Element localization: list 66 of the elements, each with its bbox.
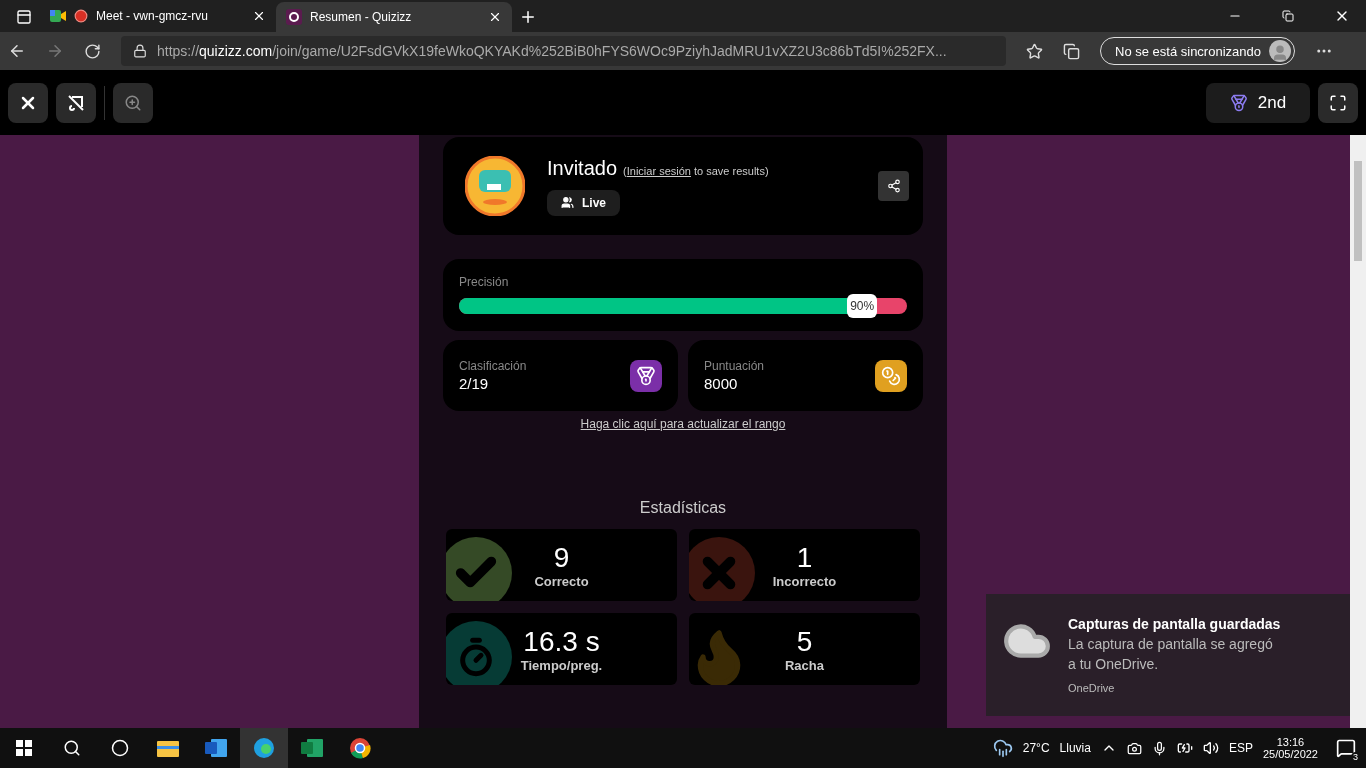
stat-value: 5	[796, 625, 813, 658]
notifications-icon[interactable]: 3	[1336, 738, 1356, 758]
quiz-logo-icon	[286, 9, 302, 25]
medal-icon	[1229, 93, 1248, 112]
restore-icon[interactable]	[1282, 10, 1294, 22]
update-rank-link[interactable]: Haga clic aquí para actualizar el rango	[580, 417, 786, 431]
notification-source: OneDrive	[1068, 682, 1116, 694]
live-badge: Live	[547, 189, 620, 216]
stat-value: 9	[553, 541, 570, 574]
avatar-icon	[465, 156, 525, 216]
clock[interactable]: 13:16 25/05/2022	[1262, 736, 1318, 760]
zoom-button[interactable]	[113, 82, 153, 123]
card-value: 8000	[704, 375, 739, 392]
stat-label: Tiempo/preg.	[520, 657, 603, 673]
stats-title: Estadísticas	[639, 499, 727, 517]
music-off-icon	[66, 92, 86, 113]
card-value: 2/19	[459, 375, 490, 392]
lock-icon	[133, 44, 147, 58]
player-name: Invitado	[547, 156, 618, 180]
notification-body: La captura de pantalla se agregó a tu OneDrive.	[1068, 635, 1274, 674]
edge-icon[interactable]	[240, 728, 288, 768]
recording-icon	[74, 9, 88, 23]
share-button[interactable]	[878, 171, 909, 201]
medal-icon	[630, 359, 662, 392]
login-note: (Iniciar sesión to save results)	[623, 164, 769, 177]
avatar-icon	[1269, 40, 1291, 62]
card-label: Clasificación	[459, 359, 528, 373]
close-button[interactable]	[8, 82, 48, 123]
video-camera-icon	[50, 9, 66, 23]
rank-button[interactable]: 2nd	[1206, 82, 1310, 123]
reload-icon[interactable]	[84, 42, 101, 60]
fullscreen-button[interactable]	[1318, 82, 1358, 123]
volume-icon[interactable]	[1202, 740, 1219, 756]
battery-icon[interactable]	[1176, 740, 1193, 756]
temperature: 27°C	[1022, 741, 1050, 755]
share-icon	[886, 179, 901, 193]
notification-toast[interactable]: Capturas de pantalla guardadas La captura de pantalla se agregó a tu OneDrive. OneDrive	[986, 594, 1350, 716]
coins-icon	[875, 359, 907, 392]
music-off-button[interactable]	[56, 82, 96, 123]
browser-tab[interactable]: Resumen - Quizizz	[276, 2, 512, 32]
scrollbar[interactable]	[1350, 135, 1366, 728]
accuracy-label: Precisión	[459, 275, 510, 289]
weather-icon	[992, 738, 1013, 758]
favorites-icon[interactable]	[1026, 42, 1043, 60]
collections-icon[interactable]	[1063, 42, 1080, 60]
close-icon[interactable]	[252, 9, 266, 23]
forward-icon[interactable]	[46, 42, 64, 60]
language-indicator[interactable]: ESP	[1228, 741, 1253, 755]
stat-label: Correcto	[534, 573, 589, 589]
stat-label: Racha	[785, 657, 824, 673]
fullscreen-icon	[1329, 93, 1347, 112]
stat-value: 1	[796, 541, 813, 574]
stat-value: 16.3 s	[523, 625, 600, 658]
close-icon[interactable]	[488, 10, 502, 24]
address-field[interactable]: https://quizizz.com/join/game/U2FsdGVkX19feWkoQKYAKd%252BiB0hFYS6WOc9PziyhJadMRU1vXZ2U3c86bTd5I%252FX...	[121, 36, 1006, 66]
notification-title: Capturas de pantalla guardadas	[1068, 616, 1282, 632]
camera-icon[interactable]	[1126, 740, 1142, 756]
accuracy-reading: 90%	[847, 294, 878, 318]
card-label: Puntuación	[704, 359, 766, 373]
weather-text: Lluvia	[1059, 741, 1091, 755]
login-link[interactable]: Iniciar sesión	[626, 164, 691, 177]
browser-tab[interactable]: Meet - vwn-gmcz-rvu	[40, 0, 276, 32]
microphone-icon[interactable]	[1151, 740, 1167, 756]
zoom-in-icon	[124, 93, 142, 112]
stat-label: Incorrecto	[772, 573, 837, 589]
back-icon[interactable]	[8, 42, 26, 60]
